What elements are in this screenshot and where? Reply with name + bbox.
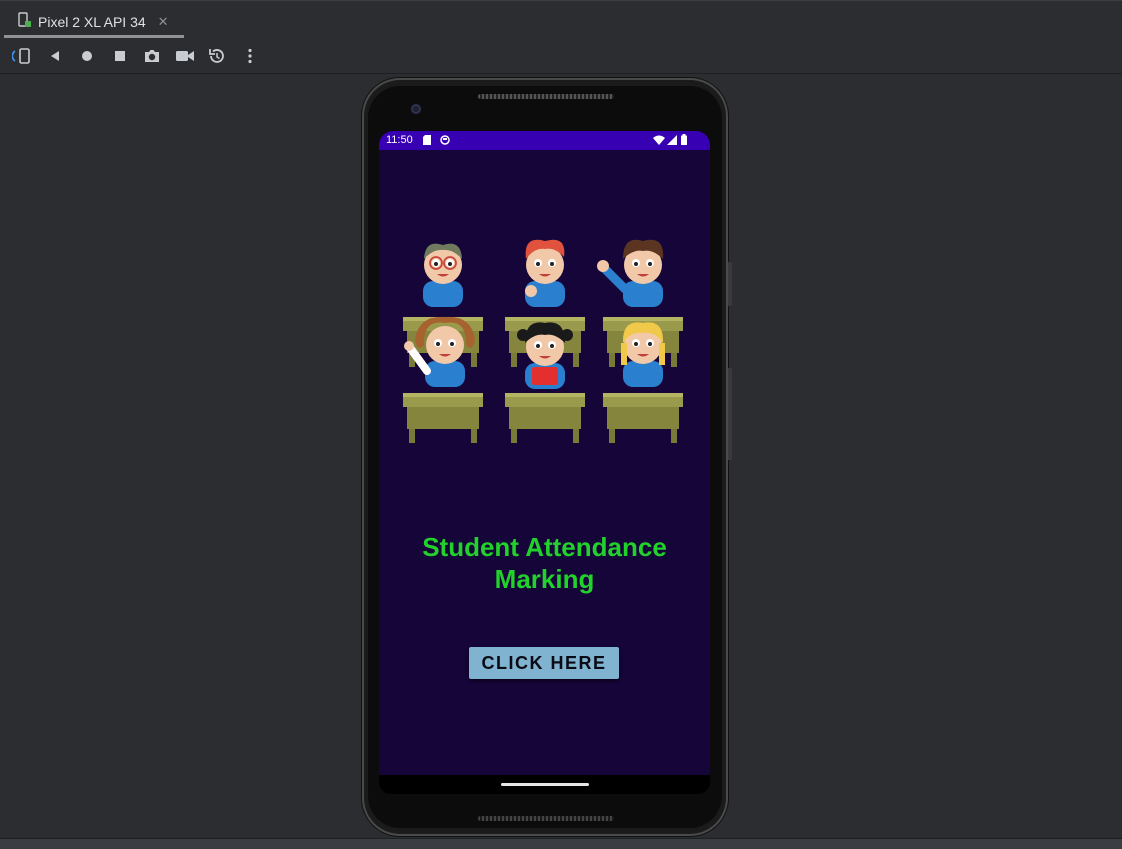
rotate-device-icon[interactable]	[12, 46, 32, 66]
emulator-toolbar	[0, 38, 1122, 74]
overview-icon[interactable]	[110, 46, 130, 66]
device-icon	[18, 12, 32, 31]
device-tab-label: Pixel 2 XL API 34	[38, 13, 146, 30]
back-icon[interactable]	[45, 46, 65, 66]
power-button[interactable]	[728, 262, 732, 306]
device-tab[interactable]: Pixel 2 XL API 34 ✕	[4, 5, 184, 38]
volume-button[interactable]	[728, 368, 732, 460]
close-icon[interactable]: ✕	[158, 14, 169, 30]
bottom-speaker-grille	[478, 816, 614, 821]
snapshot-icon[interactable]	[207, 46, 227, 66]
status-time: 11:50	[386, 134, 413, 146]
home-gesture-handle[interactable]	[501, 783, 589, 786]
device-tab-bar: Pixel 2 XL API 34 ✕	[0, 0, 1122, 39]
home-icon[interactable]	[77, 46, 97, 66]
front-camera-icon	[411, 104, 421, 114]
more-icon[interactable]	[240, 46, 260, 66]
notification-icon	[440, 135, 450, 148]
signal-icon	[667, 135, 677, 148]
top-speaker-grille	[478, 94, 614, 99]
android-status-bar: 11:50	[379, 131, 710, 150]
wifi-icon	[653, 135, 665, 148]
status-strip	[0, 838, 1122, 849]
device-screen[interactable]: 11:50 Student Attendance Marking CLICK H…	[379, 131, 710, 794]
click-here-button[interactable]: CLICK HERE	[469, 647, 619, 679]
battery-icon	[681, 134, 687, 148]
screen-record-icon[interactable]	[175, 46, 195, 66]
app-title: Student Attendance Marking	[422, 532, 667, 594]
camera-icon[interactable]	[142, 46, 162, 66]
sd-card-icon	[423, 135, 431, 148]
android-nav-bar	[379, 775, 710, 794]
classroom-students-illustration	[403, 239, 683, 443]
